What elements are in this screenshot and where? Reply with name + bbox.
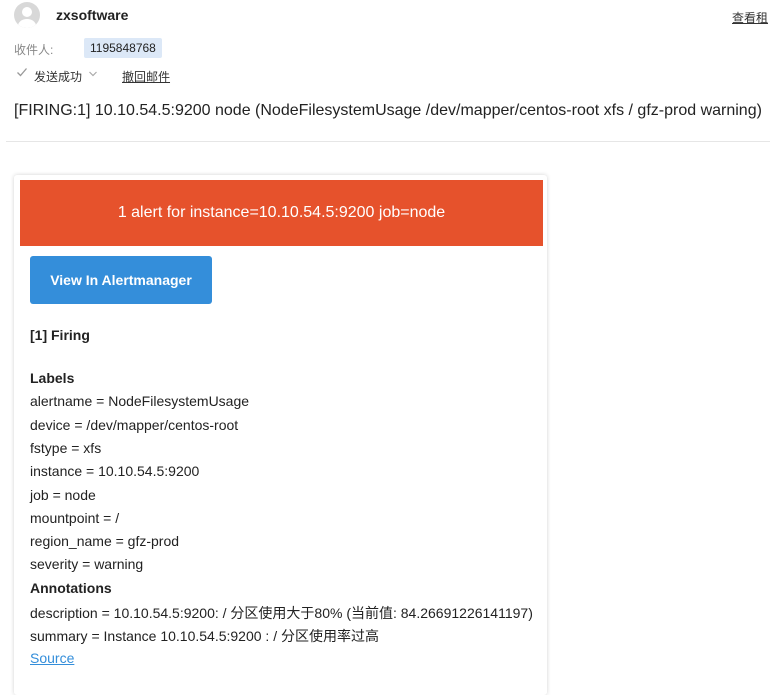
chevron-down-icon[interactable] xyxy=(88,70,98,78)
firing-title: [1] Firing xyxy=(30,327,90,343)
email-subject: [FIRING:1] 10.10.54.5:9200 node (NodeFil… xyxy=(14,102,762,119)
label-line: device = /dev/mapper/centos-root xyxy=(30,417,239,433)
view-link[interactable]: 查看租 xyxy=(732,9,768,26)
labels-title: Labels xyxy=(30,370,75,386)
label-line: instance = 10.10.54.5:9200 xyxy=(30,463,200,479)
annotation-line: summary = Instance 10.10.54.5:9200 : / 分… xyxy=(30,628,379,644)
sender-avatar[interactable] xyxy=(14,2,40,28)
label-line: mountpoint = / xyxy=(30,510,120,526)
source-link[interactable]: Source xyxy=(30,650,74,666)
send-status: 发送成功 xyxy=(34,70,83,84)
user-icon xyxy=(18,7,36,28)
label-line: severity = warning xyxy=(30,556,144,572)
label-line: job = node xyxy=(30,487,96,503)
annotation-line: description = 10.10.54.5:9200: / 分区使用大于8… xyxy=(30,605,533,621)
alert-banner-text: 1 alert for instance=10.10.54.5:9200 job… xyxy=(117,204,446,221)
alert-banner: 1 alert for instance=10.10.54.5:9200 job… xyxy=(20,180,543,246)
annotations-title: Annotations xyxy=(30,580,112,596)
sender-name[interactable]: zxsoftware xyxy=(56,7,128,23)
label-line: alertname = NodeFilesystemUsage xyxy=(30,393,250,409)
label-line: region_name = gfz-prod xyxy=(30,533,180,549)
recipient-label: 收件人: xyxy=(14,43,54,57)
label-line: fstype = xfs xyxy=(30,440,102,456)
recipient-chip[interactable]: 1195848768 xyxy=(84,38,162,58)
view-in-alertmanager-button[interactable]: View In Alertmanager xyxy=(30,256,212,304)
recall-mail-link[interactable]: 撤回邮件 xyxy=(122,68,170,85)
check-icon xyxy=(17,68,27,77)
divider xyxy=(6,141,770,142)
